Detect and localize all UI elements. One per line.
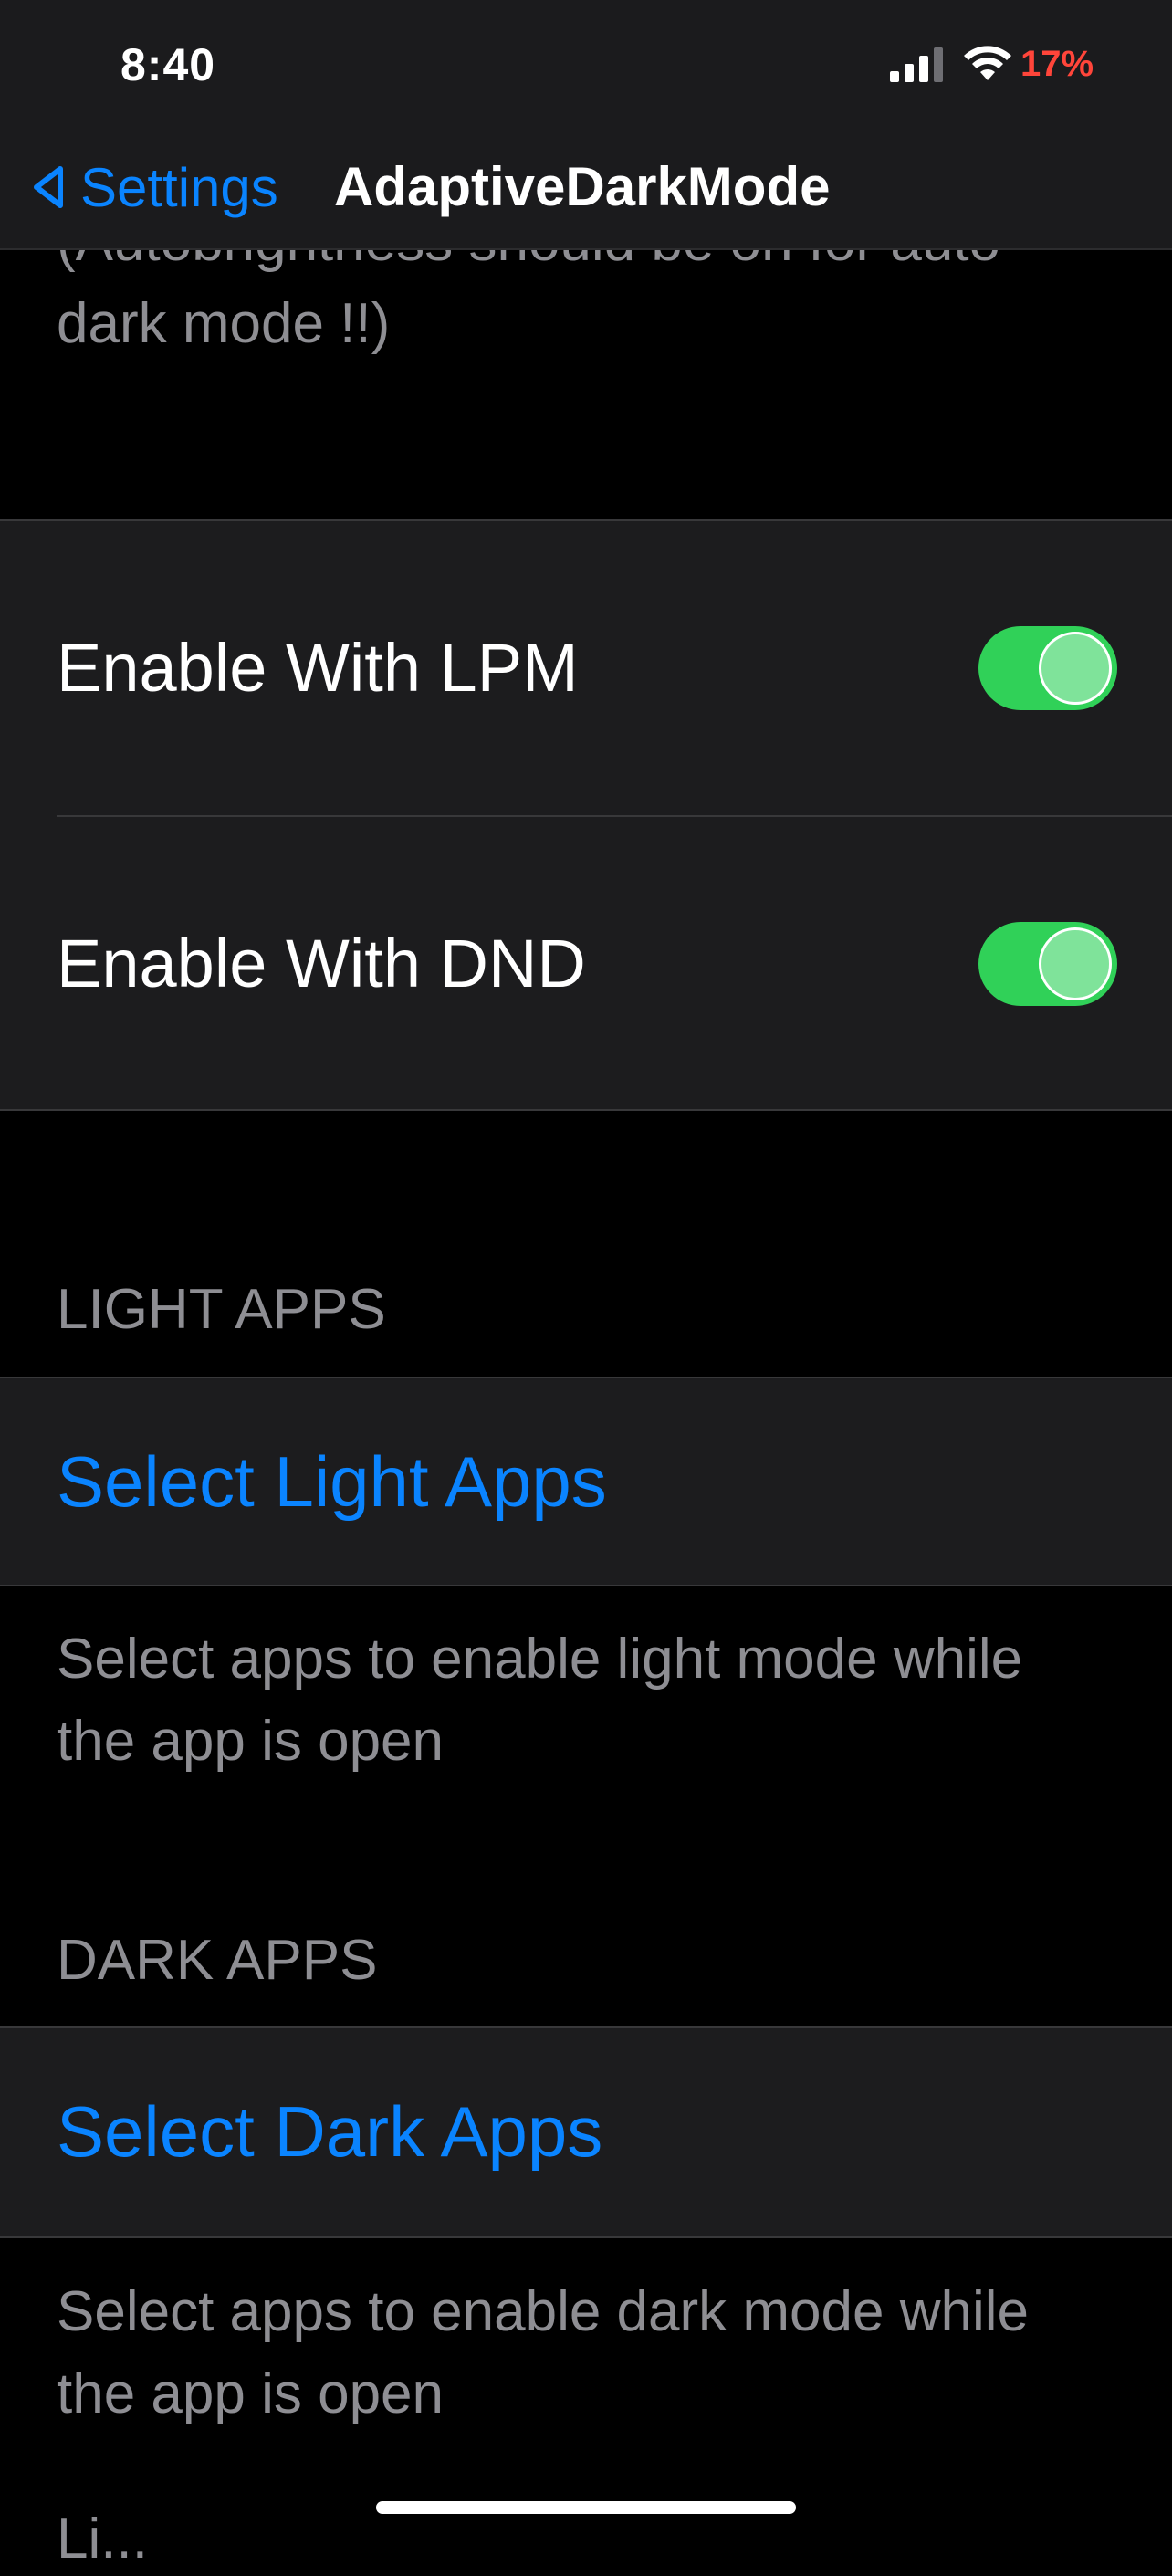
settings-scroll-view[interactable]: (Autobrightness should be on for auto da… [0,0,1172,2571]
select-light-apps-button[interactable]: Select Light Apps [57,1378,607,1585]
back-button[interactable]: Settings [27,146,278,228]
dark-apps-footer: Select apps to enable dark mode while th… [57,2271,1115,2435]
enable-with-dnd-cell[interactable]: Enable With DND [0,817,1172,1111]
footer-line: the app is open [57,2362,445,2425]
page-title: AdaptiveDarkMode [334,156,831,217]
status-time: 8:40 [120,39,216,90]
wifi-icon [964,46,1011,80]
dark-apps-group: Select Dark Apps [0,2026,1172,2238]
enable-with-dnd-toggle[interactable] [978,922,1117,1006]
toggle-knob [1039,927,1112,1000]
next-section-header-peek: Li... [57,2508,148,2571]
footer-line: Select apps to enable dark mode while [57,2280,1029,2343]
toggle-knob [1039,632,1112,705]
dark-apps-header: DARK APPS [57,1929,378,1992]
back-button-label: Settings [80,156,278,218]
home-indicator[interactable] [376,2501,796,2514]
signal-icon [890,47,943,82]
enable-with-lpm-toggle[interactable] [978,626,1117,710]
chevron-left-icon [34,166,63,208]
select-dark-apps-button[interactable]: Select Dark Apps [57,2028,602,2235]
light-apps-group: Select Light Apps [0,1377,1172,1586]
navigation-bar: 8:40 17% Settings AdaptiveDarkMode [0,0,1172,250]
enable-with-lpm-cell[interactable]: Enable With LPM [0,521,1172,817]
battery-percentage: 17% [1020,44,1094,84]
footer-line: Select apps to enable light mode while [57,1628,1023,1691]
enable-with-dnd-label: Enable With DND [57,926,586,1001]
light-apps-header: LIGHT APPS [57,1278,386,1341]
footer-line: dark mode !!) [57,292,391,355]
light-apps-footer: Select apps to enable light mode while t… [57,1618,1115,1783]
enable-with-lpm-label: Enable With LPM [57,630,579,706]
toggles-group: Enable With LPM Enable With DND [0,519,1172,1111]
footer-line: the app is open [57,1710,445,1773]
